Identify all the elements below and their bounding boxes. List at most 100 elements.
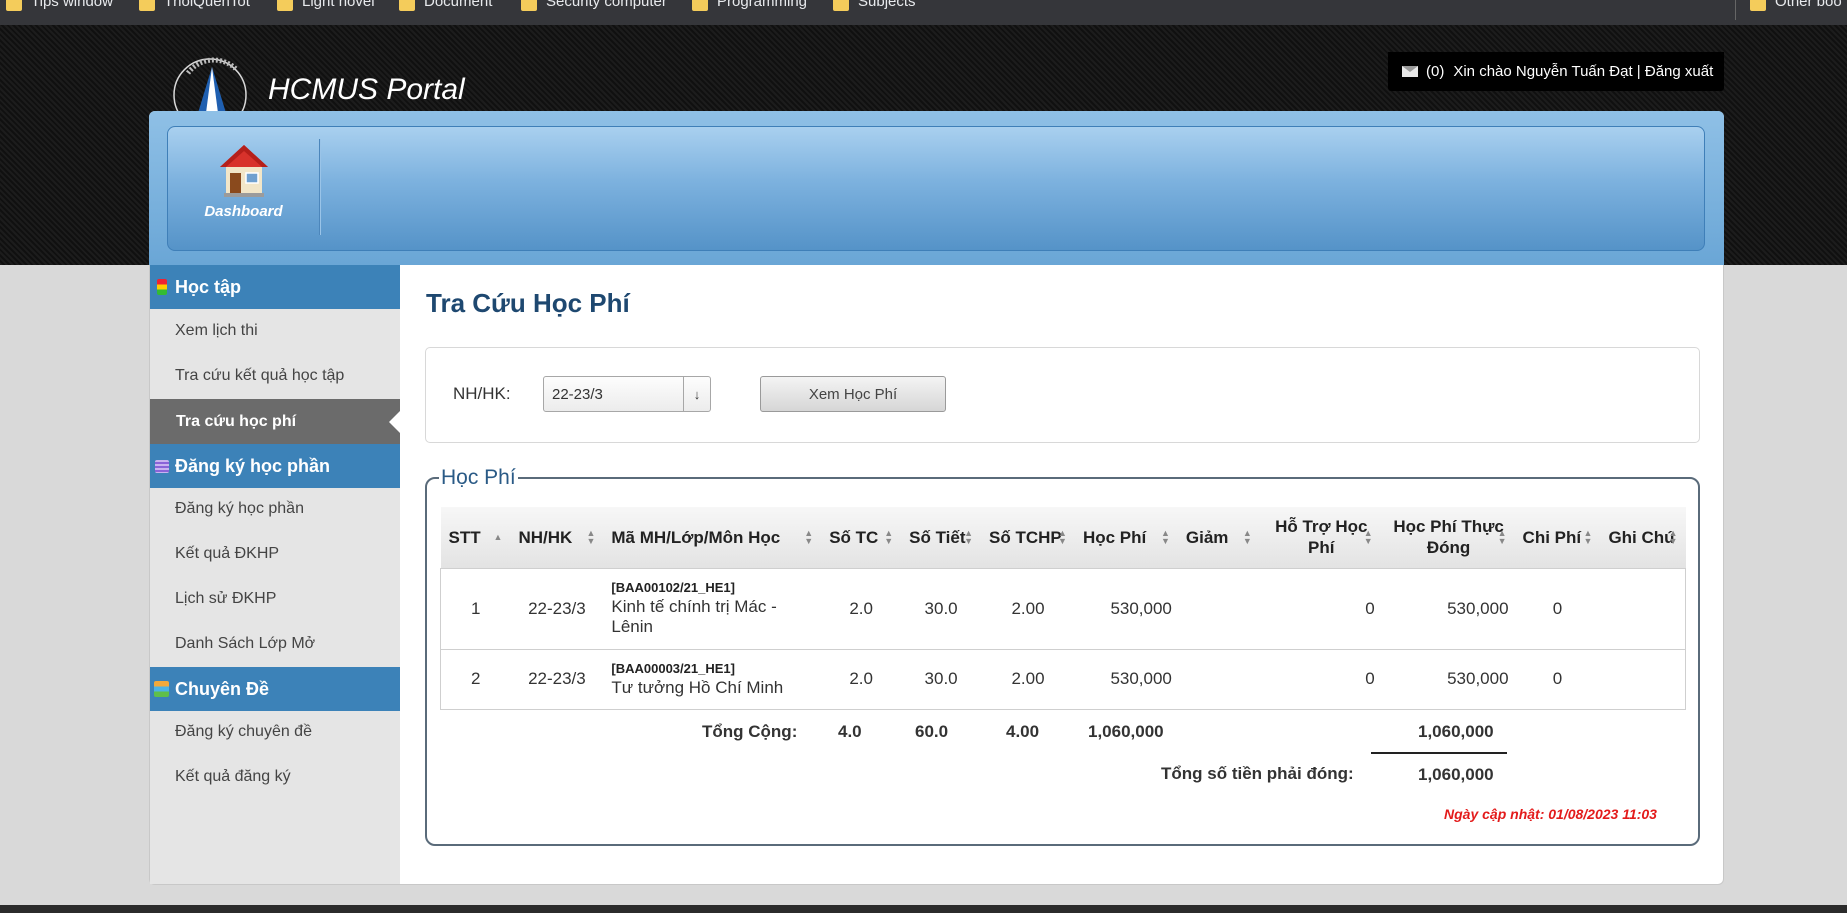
col-thuc-dong[interactable]: Học Phí Thực Đóng ▲ ▼ (1380, 507, 1515, 569)
dashboard-link[interactable]: Dashboard (186, 143, 301, 228)
sort-icon: ▲ ▼ (1363, 528, 1373, 546)
mail-count[interactable]: (0) (1426, 63, 1444, 80)
bookmark-separator (1735, 0, 1736, 20)
user-greeting[interactable]: Xin chào Nguyễn Tuấn Đạt | Đăng xuất (1453, 63, 1713, 80)
col-so-tchp[interactable]: Số TCHP ▲ ▼ (981, 507, 1075, 569)
col-chi-phi[interactable]: Chi Phí ▲ ▼ (1514, 507, 1601, 569)
sort-icon: ▲ ▼ (1497, 528, 1507, 546)
total-underline (1371, 752, 1507, 754)
folder-icon (692, 0, 708, 11)
total-so-tc: 4.0 (838, 722, 862, 741)
sort-icon: ▲ ▼ (964, 528, 974, 546)
sidebar-item-dang-ky-chuyen-de[interactable]: Đăng ký chuyên đề (175, 723, 312, 741)
bookmark-tips-window[interactable]: Tips window (6, 0, 113, 11)
sidebar-item-dang-ky-hoc-phan[interactable]: Đăng ký học phần (175, 500, 304, 518)
cell-so-tchp: 2.00 (981, 649, 1075, 710)
cell-giam (1177, 568, 1260, 650)
sort-icon: ▲ ▼ (1160, 528, 1170, 546)
sidebar-item-danh-sach-lop-mo[interactable]: Danh Sách Lớp Mở (175, 635, 315, 653)
term-select-value: 22-23/3 (552, 386, 603, 403)
section-hoc-tap[interactable]: Học tập (150, 265, 400, 309)
view-fees-button[interactable]: Xem Học Phí (760, 376, 946, 412)
col-so-tc[interactable]: Số TC ▲ ▼ (821, 507, 902, 569)
folder-icon (833, 0, 849, 11)
sort-icon: ▲ ▼ (1242, 528, 1252, 546)
folder-icon (277, 0, 293, 11)
home-icon (219, 145, 268, 197)
cell-nhhk: 22-23/3 (510, 649, 604, 710)
bottom-bar (0, 905, 1847, 913)
total-thuc-dong: 1,060,000 (1418, 722, 1494, 741)
col-so-tiet[interactable]: Số Tiết ▲ ▼ (901, 507, 982, 569)
fees-legend: Học Phí (441, 466, 516, 489)
sidebar-item-tra-cuu-ket-qua[interactable]: Tra cứu kết quả học tập (175, 367, 344, 385)
sort-asc-icon: ▲ (493, 532, 503, 542)
bookmark-programming[interactable]: Programming (692, 0, 807, 11)
sidebar-item-ket-qua-dang-ky[interactable]: Kết quả đăng ký (175, 768, 291, 786)
sort-icon: ▲ ▼ (1583, 528, 1593, 546)
cell-giam (1177, 649, 1260, 710)
nav-separator (319, 139, 320, 235)
term-select[interactable]: 22-23/3 ↓ (543, 376, 711, 412)
section-title: Học tập (175, 276, 242, 297)
section-title: Đăng ký học phần (175, 455, 331, 476)
portal-title: HCMUS Portal (268, 73, 465, 106)
bookmark-thoiquentot[interactable]: ThoiQuenTot (139, 0, 250, 11)
sidebar-item-lich-su-dkhp[interactable]: Lịch sử ĐKHP (175, 590, 276, 608)
cell-thuc-dong: 530,000 (1380, 649, 1515, 710)
nav-box (167, 126, 1705, 251)
sort-icon: ▲ ▼ (1058, 528, 1067, 546)
bookmark-light-novel[interactable]: Light novel (277, 0, 375, 11)
section-dang-ky-hoc-phan[interactable]: Đăng ký học phần (150, 444, 400, 488)
books-icon (154, 681, 169, 697)
sidebar (150, 265, 400, 884)
fees-table: STT ▲ NH/HK ▲ ▼ Mã MH/Lớp/Môn Học ▲ ▼ Số TC ▲ ▼… (440, 507, 1686, 710)
cell-hoc-phi: 530,000 (1074, 649, 1178, 710)
sort-icon: ▲ ▼ (884, 528, 894, 546)
payable-value: 1,060,000 (1418, 765, 1494, 784)
folder-icon (399, 0, 415, 11)
cell-course: [BAA00102/21_HE1] Kinh tế chính trị Mác -… (603, 568, 822, 650)
bookmark-subjects[interactable]: Subjects (833, 0, 916, 11)
sort-icon: ▲ ▼ (1668, 528, 1678, 546)
col-ma-mh[interactable]: Mã MH/Lớp/Môn Học ▲ ▼ (603, 507, 822, 569)
bookmark-other[interactable]: Other boo (1750, 0, 1842, 11)
cell-chi-phi: 0 (1514, 568, 1601, 650)
cell-stt: 1 (440, 568, 511, 650)
cell-so-tiet: 30.0 (901, 568, 982, 650)
cell-thuc-dong: 530,000 (1380, 568, 1515, 650)
cell-hoc-phi: 530,000 (1074, 568, 1178, 650)
cell-ho-tro: 0 (1259, 649, 1381, 710)
cell-nhhk: 22-23/3 (510, 568, 604, 650)
table-header-row: STT ▲ NH/HK ▲ ▼ Mã MH/Lớp/Môn Học ▲ ▼ Số TC ▲ ▼… (440, 507, 1686, 569)
cell-ho-tro: 0 (1259, 568, 1381, 650)
col-giam[interactable]: Giảm ▲ ▼ (1177, 507, 1260, 569)
cell-ghi-chu (1600, 568, 1686, 650)
cell-so-tiet: 30.0 (901, 649, 982, 710)
table-row: 2 22-23/3 [BAA00003/21_HE1] Tư tưởng Hồ C… (440, 649, 1686, 710)
col-nhhk[interactable]: NH/HK ▲ ▼ (510, 507, 604, 569)
col-ho-tro[interactable]: Hỗ Trợ Học Phí ▲ ▼ (1259, 507, 1381, 569)
total-label: Tổng Cộng: (702, 722, 798, 741)
bookmark-document[interactable]: Document (399, 0, 492, 11)
sort-icon: ▲ ▼ (804, 528, 814, 546)
table-row: 1 22-23/3 [BAA00102/21_HE1] Kinh tế chính… (440, 568, 1686, 650)
col-hoc-phi[interactable]: Học Phí ▲ ▼ (1074, 507, 1178, 569)
bookmarks-bar: Tips window ThoiQuenTot Light novel Docu… (0, 0, 1847, 25)
arrow-down-icon[interactable]: ↓ (683, 377, 710, 411)
cell-chi-phi: 0 (1514, 649, 1601, 710)
section-chuyen-de[interactable]: Chuyên Đề (150, 667, 400, 711)
col-stt[interactable]: STT ▲ (440, 507, 511, 569)
col-ghi-chu[interactable]: Ghi Chú ▲ ▼ (1600, 507, 1686, 569)
sidebar-item-xem-lich-thi[interactable]: Xem lịch thi (175, 322, 258, 340)
user-bar: (0) Xin chào Nguyễn Tuấn Đạt | Đăng xuất (1388, 52, 1724, 91)
sidebar-item-tra-cuu-hoc-phi[interactable]: Tra cứu học phí (150, 399, 400, 444)
total-so-tiet: 60.0 (915, 722, 949, 741)
bookmark-security-computer[interactable]: Security computer (521, 0, 667, 11)
section-title: Chuyên Đề (175, 678, 270, 699)
sidebar-item-ket-qua-dkhp[interactable]: Kết quả ĐKHP (175, 545, 279, 563)
mail-icon[interactable] (1402, 66, 1418, 77)
term-label: NH/HK: (453, 384, 511, 403)
traffic-light-icon (157, 279, 167, 295)
cell-ghi-chu (1600, 649, 1686, 710)
